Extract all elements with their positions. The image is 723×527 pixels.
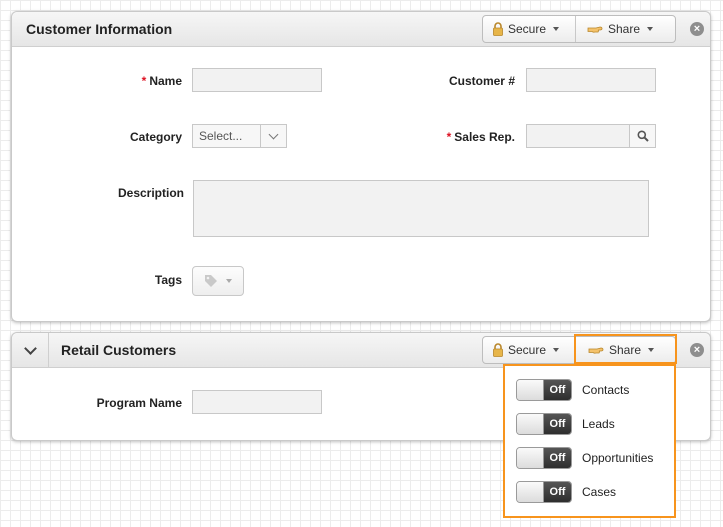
share-item-leads: Off Leads — [516, 413, 615, 435]
tags-label: Tags — [154, 273, 182, 287]
hand-pointer-icon — [587, 26, 603, 33]
lock-icon — [493, 22, 503, 36]
caret-down-icon — [553, 27, 560, 31]
chevron-down-icon — [260, 125, 286, 147]
required-marker: * — [141, 74, 147, 88]
secure-label: Secure — [508, 22, 547, 36]
header-button-group: Secure Share — [482, 15, 676, 43]
close-icon[interactable]: × — [690, 22, 704, 36]
share-button[interactable]: Share — [575, 16, 675, 42]
share-item-cases: Off Cases — [516, 481, 616, 503]
toggle-label: Opportunities — [582, 451, 654, 465]
tag-icon — [205, 275, 217, 287]
collapse-button[interactable] — [12, 333, 49, 367]
toggle-label: Leads — [582, 417, 615, 431]
sales-rep-input[interactable] — [526, 124, 656, 148]
share-label: Share — [608, 22, 641, 36]
toggle-state: Off — [544, 380, 571, 400]
toggle-knob — [517, 414, 544, 434]
panel-title: Retail Customers — [61, 342, 177, 358]
program-name-label: Program Name — [96, 396, 182, 410]
lock-icon — [493, 343, 503, 357]
chevron-down-icon — [23, 342, 37, 355]
toggle-state: Off — [544, 448, 571, 468]
category-select[interactable]: Select... — [192, 124, 287, 148]
secure-label: Secure — [508, 343, 547, 357]
program-name-input[interactable] — [192, 390, 322, 414]
caret-down-icon — [647, 27, 654, 31]
secure-button[interactable]: Secure — [483, 16, 575, 42]
toggle-state: Off — [544, 482, 571, 502]
customer-number-label: Customer # — [448, 74, 515, 88]
contacts-toggle[interactable]: Off — [516, 379, 572, 401]
sales-rep-label: * Sales Rep. — [446, 130, 515, 144]
leads-toggle[interactable]: Off — [516, 413, 572, 435]
customer-information-panel: Customer Information Secure Share × * Nam… — [11, 11, 711, 322]
toggle-label: Contacts — [582, 383, 630, 397]
toggle-label: Cases — [582, 485, 617, 499]
tags-button[interactable] — [192, 266, 244, 296]
caret-down-icon — [226, 279, 232, 283]
description-label: Description — [117, 186, 184, 200]
category-selected-value: Select... — [199, 129, 243, 143]
share-item-opportunities: Off Opportunities — [516, 447, 653, 469]
caret-down-icon — [553, 348, 560, 352]
share-button-highlight — [574, 334, 677, 364]
customer-number-input[interactable] — [526, 68, 656, 92]
share-dropdown-menu: Off Contacts Off Leads Off Opportunities… — [503, 364, 676, 518]
close-icon[interactable]: × — [690, 343, 704, 357]
toggle-knob — [517, 380, 544, 400]
share-item-contacts: Off Contacts — [516, 379, 629, 401]
toggle-knob — [517, 448, 544, 468]
category-label: Category — [129, 130, 182, 144]
description-textarea[interactable] — [193, 180, 649, 237]
panel-title: Customer Information — [26, 21, 173, 37]
secure-button[interactable]: Secure — [483, 337, 575, 363]
panel-header: Customer Information Secure Share × — [12, 12, 710, 47]
toggle-state: Off — [544, 414, 571, 434]
toggle-knob — [517, 482, 544, 502]
name-input[interactable] — [192, 68, 322, 92]
opportunities-toggle[interactable]: Off — [516, 447, 572, 469]
cases-toggle[interactable]: Off — [516, 481, 572, 503]
search-icon[interactable] — [629, 125, 655, 147]
name-label: * Name — [141, 74, 182, 88]
required-marker: * — [446, 130, 452, 144]
